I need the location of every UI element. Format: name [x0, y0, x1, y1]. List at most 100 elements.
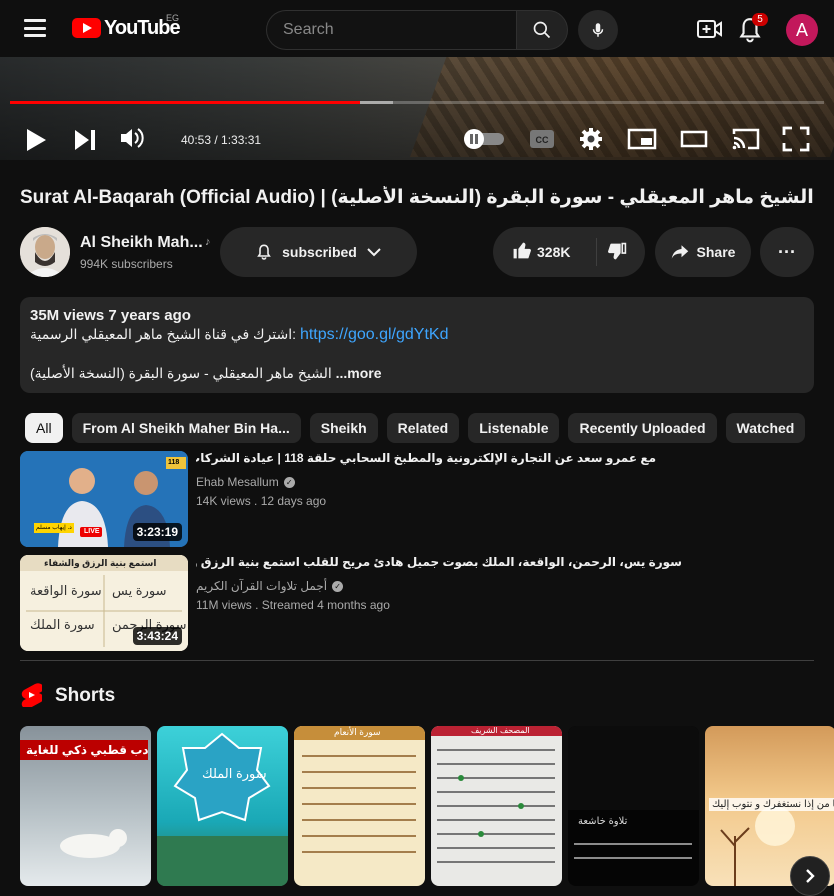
bell-icon — [257, 244, 271, 260]
progress-played — [10, 101, 360, 104]
theater-mode-button[interactable] — [680, 129, 708, 154]
skip-next-icon — [75, 130, 95, 150]
chip-sheikh[interactable]: Sheikh — [309, 413, 378, 443]
channel-name[interactable]: Al Sheikh Mah... — [80, 234, 203, 252]
fullscreen-icon — [782, 126, 810, 152]
more-actions-label: ··· — [778, 241, 796, 262]
menu-icon[interactable] — [24, 19, 46, 37]
video-title[interactable]: مع عمرو سعد عن التجارة الإلكترونية والمط… — [196, 451, 656, 465]
chip-related[interactable]: Related — [386, 413, 460, 443]
subscribed-label: subscribed — [282, 244, 357, 260]
chevron-down-icon — [367, 248, 381, 257]
dislike-button[interactable] — [608, 242, 627, 266]
microphone-icon — [592, 23, 604, 37]
miniplayer-button[interactable] — [627, 128, 657, 155]
filter-chips: All From Al Sheikh Maher Bin Ha... Sheik… — [25, 413, 806, 443]
captions-button[interactable]: CC — [529, 128, 555, 155]
subscriber-count: 994K subscribers — [80, 257, 173, 271]
autoplay-toggle-icon — [464, 129, 504, 149]
view-stats: 35M views 7 years ago — [30, 307, 191, 324]
music-note-icon: ♪ — [205, 236, 211, 248]
description-link[interactable]: https://goo.gl/gdYtKd — [300, 326, 449, 343]
next-button[interactable] — [74, 129, 96, 156]
short-card[interactable]: سورة الملك — [157, 726, 288, 886]
video-channel[interactable]: Ehab Mesallum ✓ — [196, 475, 295, 489]
subscribed-button[interactable]: subscribed — [220, 227, 417, 277]
volume-icon — [121, 128, 144, 148]
account-avatar[interactable]: A — [786, 14, 818, 46]
short-caption: المصحف الشريف — [471, 726, 530, 735]
cast-button[interactable] — [731, 127, 761, 156]
voice-search-button[interactable] — [578, 10, 618, 50]
video-thumbnail[interactable]: 118 د. إيهاب مسلم LIVE 3:23:19 — [20, 451, 188, 547]
like-button[interactable] — [512, 241, 531, 265]
chip-all[interactable]: All — [25, 413, 63, 443]
channel-avatar-image — [20, 227, 70, 277]
short-card[interactable]: دب قطبي ذكي للغاية — [20, 726, 151, 886]
shorts-logo-icon — [21, 683, 44, 709]
like-count[interactable]: 328K — [537, 244, 570, 260]
share-button[interactable]: Share — [655, 227, 751, 277]
video-thumbnail[interactable]: استمع بنية الرزق والشفاء سورة يس سورة ال… — [20, 555, 188, 651]
short-thumbnail — [568, 726, 699, 859]
short-card[interactable]: سورة الأنعام — [294, 726, 425, 886]
like-divider — [596, 238, 597, 266]
chip-from-channel[interactable]: From Al Sheikh Maher Bin Ha... — [71, 413, 301, 443]
country-code: EG — [166, 13, 180, 23]
shorts-icon — [20, 683, 44, 712]
description-title-text: الشيخ ماهر المعيقلي - سورة البقرة (النسخ… — [30, 365, 332, 381]
volume-button[interactable] — [120, 127, 146, 154]
verified-icon: ✓ — [283, 476, 295, 488]
short-thumbnail — [431, 726, 562, 863]
description-line-2: الشيخ ماهر المعيقلي - سورة البقرة (النسخ… — [30, 365, 382, 382]
video-title[interactable]: سورة يس، الرحمن، الواقعة، الملك بصوت جمي… — [196, 555, 682, 569]
svg-text:CC: CC — [536, 135, 549, 145]
share-icon — [671, 245, 688, 259]
channel-avatar[interactable] — [20, 227, 70, 277]
miniplayer-icon — [627, 128, 657, 150]
short-thumbnail — [157, 732, 288, 886]
captions-icon: CC — [530, 130, 554, 148]
video-title: الشيخ ماهر المعيقلي - سورة البقرة (النسخ… — [20, 187, 814, 208]
video-duration: 3:23:19 — [132, 523, 182, 541]
video-duration: 3:43:24 — [132, 627, 182, 645]
channel-name: Ehab Mesallum — [196, 475, 279, 489]
autoplay-toggle[interactable] — [462, 128, 506, 149]
thumb-surah-1: سورة يس — [112, 583, 167, 598]
chip-watched[interactable]: Watched — [725, 413, 806, 443]
short-caption: دب قطبي ذكي للغاية — [26, 743, 149, 757]
search-icon — [533, 21, 551, 39]
chip-listenable[interactable]: Listenable — [468, 413, 560, 443]
play-button[interactable] — [25, 128, 47, 157]
show-more-link[interactable]: ...more — [336, 365, 382, 381]
theater-icon — [680, 130, 708, 148]
short-card[interactable]: تلاوة خاشعة — [568, 726, 699, 886]
thumb-surah-2: سورة الواقعة — [30, 583, 102, 598]
video-meta: 11M views . Streamed 4 months ago — [196, 598, 390, 612]
description-line-1: اشترك في قناة الشيخ ماهر المعيقلي الرسمي… — [30, 326, 448, 344]
short-caption: يا من إذا نستغفرك و نتوب إليك — [709, 798, 834, 811]
top-bar: YouTube EG 5 A — [0, 0, 834, 57]
chip-recently-uploaded[interactable]: Recently Uploaded — [568, 413, 717, 443]
search-input[interactable] — [267, 11, 517, 49]
fullscreen-button[interactable] — [782, 126, 810, 157]
youtube-play-icon — [72, 18, 101, 38]
thumbs-down-icon — [608, 242, 627, 260]
thumb-host-name: د. إيهاب مسلم — [36, 525, 72, 531]
short-caption: سورة الأنعام — [334, 727, 381, 737]
settings-button[interactable] — [579, 127, 603, 156]
thumb-episode: 118 — [168, 459, 180, 466]
share-label: Share — [696, 244, 736, 260]
youtube-logo[interactable]: YouTube — [72, 16, 181, 40]
create-button[interactable] — [697, 18, 723, 45]
short-card[interactable]: المصحف الشريف — [431, 726, 562, 886]
shorts-next-button[interactable] — [790, 856, 830, 896]
more-actions-button[interactable]: ··· — [760, 227, 814, 277]
channel-name: أجمل تلاوات القرآن الكريم — [196, 579, 328, 593]
notification-badge: 5 — [752, 13, 768, 26]
video-channel[interactable]: أجمل تلاوات القرآن الكريم ✓ — [196, 579, 344, 593]
short-caption: سورة الملك — [202, 766, 267, 781]
search-button[interactable] — [516, 10, 568, 50]
gear-icon — [580, 128, 602, 150]
play-icon — [27, 129, 46, 151]
